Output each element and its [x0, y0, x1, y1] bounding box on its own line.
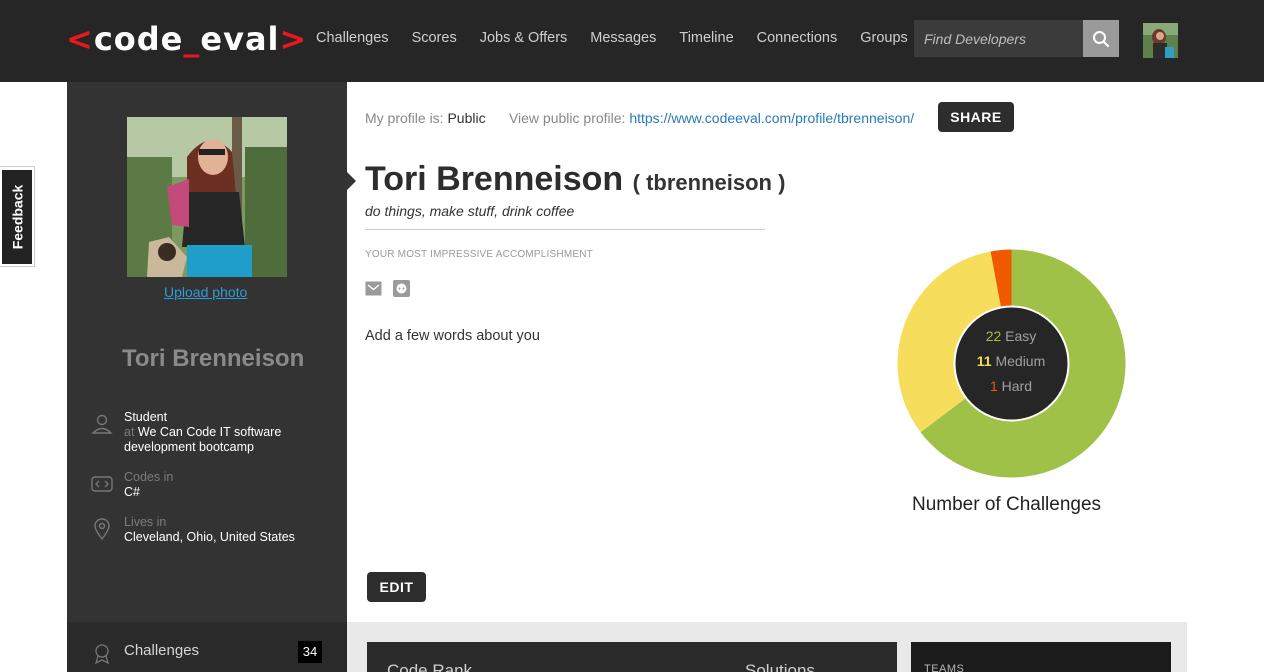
public-profile-link[interactable]: https://www.codeeval.com/profile/tbrenne…	[629, 110, 914, 126]
nav-connections[interactable]: Connections	[757, 30, 838, 46]
edit-button[interactable]: EDIT	[367, 572, 426, 602]
search-input[interactable]	[914, 20, 1083, 57]
logo-text-eval: eval	[200, 20, 280, 58]
codeeval-logo[interactable]: < code _ eval >	[66, 20, 307, 58]
profile-full-name: Tori Brenneison	[365, 160, 624, 198]
upload-photo-link[interactable]: Upload photo	[164, 284, 247, 300]
medal-icon	[95, 644, 109, 664]
main-nav: Challenges Scores Jobs & Offers Messages…	[316, 30, 931, 46]
challenges-count-badge: 34	[298, 641, 322, 663]
profile-heading: Tori Brenneison ( tbrenneison )	[365, 160, 785, 199]
logo-text-code: code	[93, 20, 184, 58]
code-rank-panel: Code Rank Solutions	[367, 642, 897, 672]
solutions-heading: Solutions	[745, 661, 815, 672]
nav-messages[interactable]: Messages	[590, 30, 656, 46]
profile-tagline: do things, make stuff, drink coffee	[365, 203, 575, 219]
occupation-row: Student at We Can Code IT software devel…	[90, 410, 324, 455]
chart-label-easy: 22 Easy	[986, 328, 1037, 344]
nav-timeline[interactable]: Timeline	[679, 30, 733, 46]
sidebar-pointer	[347, 172, 356, 190]
codes-in-language: C#	[124, 485, 140, 499]
chart-label-medium: 11 Medium	[977, 353, 1046, 369]
share-button[interactable]: SHARE	[938, 102, 1014, 132]
feedback-label: Feedback	[9, 184, 25, 250]
nav-scores[interactable]: Scores	[412, 30, 457, 46]
sidebar-challenges-item[interactable]: Challenges 34	[67, 622, 347, 672]
about-text: Add a few words about you	[365, 328, 540, 344]
code-rank-heading: Code Rank	[387, 661, 473, 672]
nav-groups[interactable]: Groups	[860, 30, 908, 46]
challenges-donut-chart: 22 Easy 11 Medium 1 Hard	[897, 249, 1126, 478]
profile-status-line: My profile is: Public View public profil…	[365, 110, 914, 126]
search-button[interactable]	[1083, 20, 1119, 57]
feedback-tab-inner: Feedback	[2, 170, 32, 264]
profile-status-value: Public	[447, 110, 486, 126]
search-icon	[1093, 30, 1110, 47]
lives-in-label: Lives in	[124, 515, 167, 529]
logo-bracket-close: >	[279, 20, 308, 58]
chart-title: Number of Challenges	[912, 494, 1102, 515]
location-pin-icon	[94, 518, 110, 541]
search-box	[914, 20, 1119, 57]
nav-jobs-offers[interactable]: Jobs & Offers	[480, 30, 568, 46]
codes-in-row: Codes in C#	[90, 470, 324, 500]
profile-status-label: My profile is:	[365, 110, 444, 126]
nav-challenges[interactable]: Challenges	[316, 30, 389, 46]
logo-bracket-open: <	[66, 20, 94, 58]
teams-heading: TEAMS	[924, 663, 965, 672]
person-icon	[91, 414, 113, 434]
feedback-tab[interactable]: Feedback	[0, 166, 35, 267]
code-icon	[91, 476, 113, 492]
logo-underscore: _	[183, 20, 201, 58]
accomplishment-label: YOUR MOST IMPRESSIVE ACCOMPLISHMENT	[365, 249, 593, 260]
top-navigation-bar: < code _ eval > Challenges Scores Jobs &…	[0, 0, 1264, 82]
teams-panel: TEAMS	[911, 642, 1171, 672]
lives-in-location: Cleveland, Ohio, United States	[124, 530, 295, 544]
profile-username: ( tbrenneison )	[632, 170, 786, 195]
sidebar-name: Tori Brenneison	[122, 345, 305, 372]
occupation-at: at	[124, 425, 135, 439]
profile-photo	[127, 117, 287, 277]
occupation-role: Student	[124, 410, 168, 424]
divider	[365, 229, 765, 230]
email-icon[interactable]	[365, 281, 382, 296]
codes-in-label: Codes in	[124, 470, 174, 484]
github-icon[interactable]	[393, 280, 410, 297]
occupation-company: We Can Code IT software development boot…	[124, 425, 282, 454]
challenges-label: Challenges	[124, 642, 200, 659]
public-profile-label: View public profile:	[508, 110, 626, 126]
lives-in-row: Lives in Cleveland, Ohio, United States	[90, 515, 324, 545]
chart-label-hard: 1 Hard	[990, 378, 1032, 394]
user-avatar[interactable]	[1143, 23, 1178, 58]
